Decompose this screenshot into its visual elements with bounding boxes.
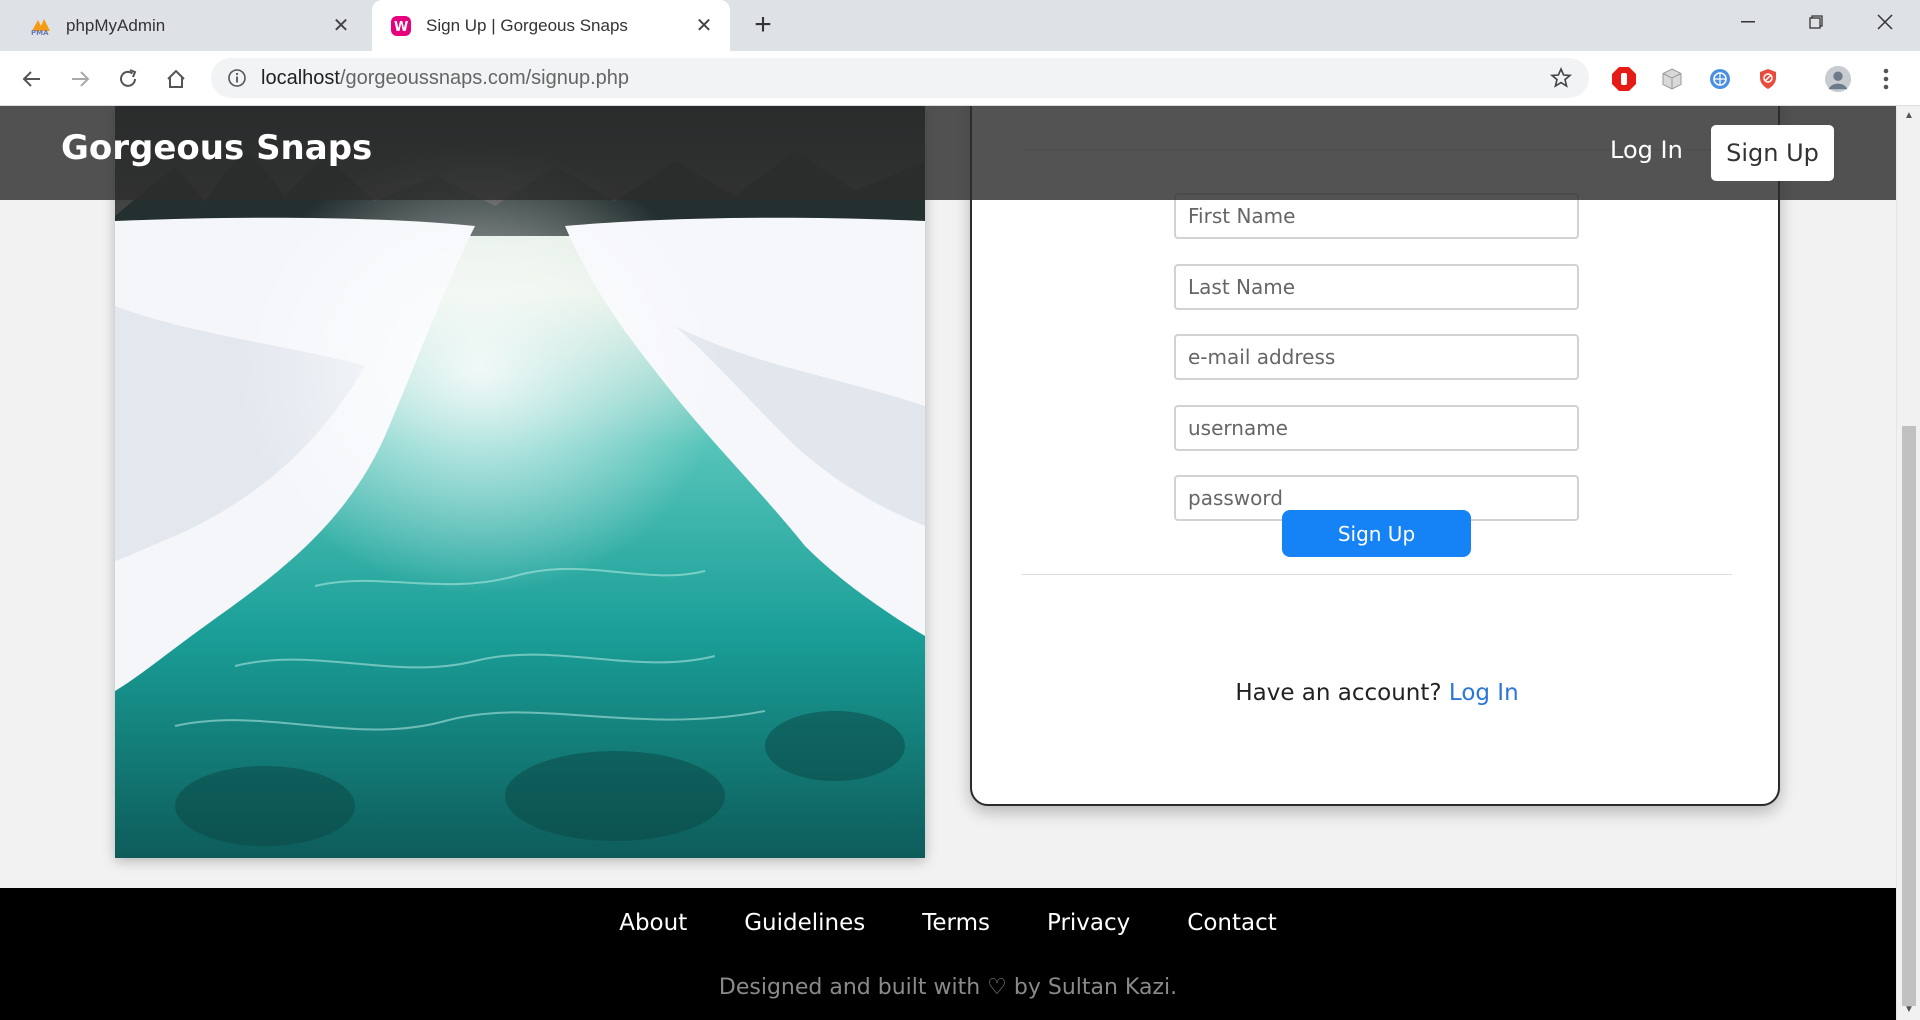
scrollbar-thumb[interactable]	[1902, 426, 1916, 1006]
browser-tab-strip: PMA phpMyAdmin ✕ W Sign Up | Gorgeous Sn…	[0, 0, 1920, 51]
signup-card: Sign Up Have an account? Log In	[970, 106, 1780, 806]
url-text: localhost/gorgeoussnaps.com/signup.php	[261, 67, 629, 90]
globe-extension-icon[interactable]	[1706, 65, 1734, 93]
menu-dots-icon[interactable]	[1872, 65, 1900, 93]
reload-icon[interactable]	[112, 63, 144, 95]
email-input[interactable]	[1174, 334, 1579, 380]
have-account-line: Have an account? Log In	[972, 680, 1782, 706]
info-icon[interactable]	[225, 66, 249, 90]
footer-links: About Guidelines Terms Privacy Contact	[0, 910, 1896, 936]
svg-text:W: W	[394, 20, 408, 35]
footer-credit: Designed and built with ♡ by Sultan Kazi…	[718, 975, 1178, 1000]
page-scrollbar[interactable]: ▲ ▼	[1896, 106, 1920, 1020]
browser-toolbar: localhost/gorgeoussnaps.com/signup.php	[0, 51, 1920, 106]
tab-signup[interactable]: W Sign Up | Gorgeous Snaps ✕	[372, 0, 730, 51]
login-link[interactable]: Log In	[1449, 680, 1519, 706]
forward-icon[interactable]	[64, 63, 96, 95]
last-name-input[interactable]	[1174, 264, 1579, 310]
home-icon[interactable]	[160, 63, 192, 95]
phpmyadmin-icon: PMA	[30, 15, 52, 37]
footer-link-guidelines[interactable]: Guidelines	[744, 910, 865, 936]
footer-link-terms[interactable]: Terms	[922, 910, 990, 936]
footer-link-about[interactable]: About	[619, 910, 687, 936]
adblock-extension-icon[interactable]	[1610, 65, 1638, 93]
close-window-icon[interactable]	[1857, 0, 1913, 44]
bookmark-star-icon[interactable]	[1549, 66, 1573, 90]
back-icon[interactable]	[16, 63, 48, 95]
tab-phpmyadmin[interactable]: PMA phpMyAdmin ✕	[12, 0, 367, 51]
minimize-icon[interactable]	[1720, 0, 1776, 44]
profile-avatar-icon[interactable]	[1824, 65, 1852, 93]
tab-title: phpMyAdmin	[66, 15, 166, 35]
url-path: /gorgeoussnaps.com/signup.php	[339, 66, 630, 89]
url-host: localhost	[261, 66, 340, 89]
have-account-text: Have an account?	[1235, 680, 1442, 706]
close-icon[interactable]: ✕	[329, 14, 353, 38]
shield-extension-icon[interactable]	[1754, 65, 1782, 93]
address-bar[interactable]: localhost/gorgeoussnaps.com/signup.php	[211, 58, 1589, 98]
scroll-down-icon[interactable]: ▼	[1903, 1004, 1915, 1016]
new-tab-icon[interactable]: +	[748, 8, 778, 41]
site-brand[interactable]: Gorgeous Snaps	[61, 128, 372, 168]
wamp-icon: W	[390, 15, 412, 37]
close-icon[interactable]: ✕	[692, 14, 716, 38]
footer-link-contact[interactable]: Contact	[1187, 910, 1276, 936]
svg-text:PMA: PMA	[31, 29, 49, 35]
site-header: Gorgeous Snaps Log In Sign Up	[0, 106, 1896, 200]
divider	[1022, 574, 1732, 575]
cube-extension-icon[interactable]	[1658, 65, 1686, 93]
page-viewport: Sign Up Have an account? Log In Gorgeous…	[0, 106, 1896, 1020]
username-input[interactable]	[1174, 405, 1579, 451]
restore-icon[interactable]	[1788, 0, 1844, 44]
site-footer: About Guidelines Terms Privacy Contact D…	[0, 888, 1896, 1020]
header-signup-button[interactable]: Sign Up	[1711, 125, 1834, 181]
header-login-link[interactable]: Log In	[1610, 136, 1683, 164]
signup-submit-button[interactable]: Sign Up	[1282, 510, 1471, 557]
tab-title: Sign Up | Gorgeous Snaps	[426, 15, 628, 35]
footer-link-privacy[interactable]: Privacy	[1047, 910, 1130, 936]
river-snow-photo	[115, 106, 925, 858]
scroll-up-icon[interactable]: ▲	[1903, 110, 1915, 122]
